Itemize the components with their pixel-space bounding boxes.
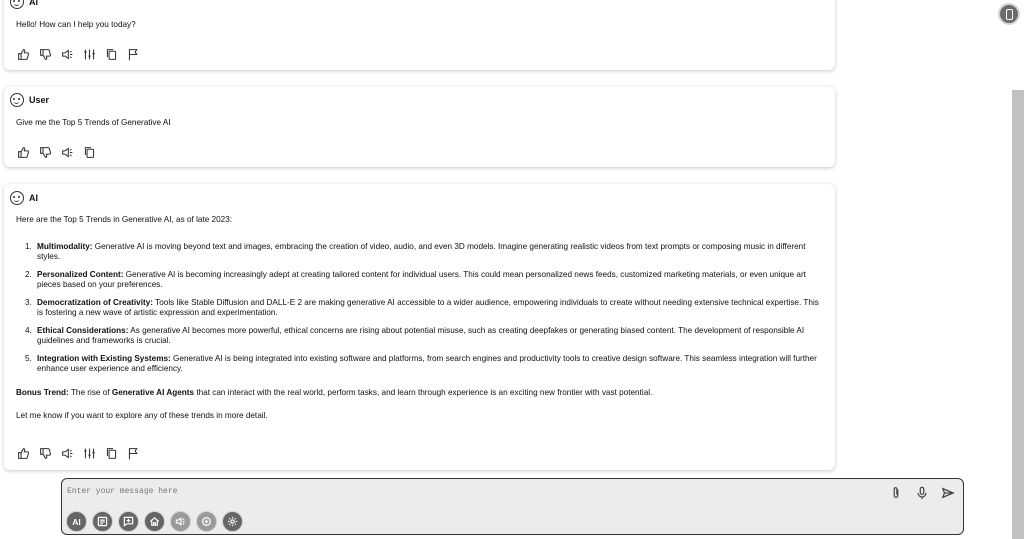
ai-avatar-icon: [10, 191, 24, 205]
ai-avatar-icon: [10, 0, 24, 9]
message-composer: AI: [61, 478, 964, 535]
thumbs-down-icon[interactable]: [38, 145, 52, 159]
list-item: 5. Integration with Existing Systems: Gen…: [25, 354, 817, 373]
sliders-icon[interactable]: [82, 47, 96, 61]
speaker-button[interactable]: [170, 511, 191, 532]
home-icon: [149, 517, 160, 526]
speaker-icon[interactable]: [60, 145, 74, 159]
voice-chat-button[interactable]: [196, 511, 217, 532]
trends-list: 1. Multimodality: Generative AI is moving…: [16, 242, 821, 374]
message-role: AI: [29, 193, 38, 203]
phone-icon: [1005, 8, 1013, 20]
message-role: User: [29, 95, 50, 105]
message-body: Here are the Top 5 Trends in Generative …: [16, 215, 821, 421]
thumbs-up-icon[interactable]: [16, 145, 30, 159]
copy-icon[interactable]: [104, 446, 118, 460]
trend-title: Integration with Existing Systems:: [37, 354, 171, 363]
ai-icon: AI: [72, 516, 81, 527]
home-button[interactable]: [144, 511, 165, 532]
message-actions: [16, 47, 140, 61]
message-card-user: User Give me the Top 5 Trends of Generat…: [4, 87, 835, 167]
trend-title: Personalized Content:: [37, 270, 124, 279]
bonus-trend: Bonus Trend: The rise of Generative AI A…: [16, 388, 653, 397]
thumbs-up-icon[interactable]: [16, 446, 30, 460]
notes-button[interactable]: [92, 511, 113, 532]
copy-icon[interactable]: [104, 47, 118, 61]
flag-icon[interactable]: [126, 47, 140, 61]
message-card-ai-trends: AI Here are the Top 5 Trends in Generati…: [4, 184, 835, 470]
speaker-icon[interactable]: [60, 47, 74, 61]
notes-icon: [97, 516, 108, 527]
flag-icon[interactable]: [126, 446, 140, 460]
message-actions: [16, 145, 96, 159]
new-chat-button[interactable]: [118, 511, 139, 532]
voice-chat-icon: [202, 517, 211, 526]
message-text: Give me the Top 5 Trends of Generative A…: [16, 118, 171, 127]
message-card-ai-greeting: AI Hello! How can I help you today?: [4, 0, 835, 70]
microphone-icon[interactable]: [915, 486, 929, 505]
message-header: User: [10, 93, 49, 107]
trend-title: Multimodality:: [37, 242, 93, 251]
list-item: 2. Personalized Content: Generative AI is…: [25, 270, 806, 289]
settings-button[interactable]: [222, 511, 243, 532]
send-icon[interactable]: [941, 486, 955, 505]
message-actions: [16, 446, 140, 460]
trend-title: Democratization of Creativity:: [37, 298, 154, 307]
speaker-icon[interactable]: [60, 446, 74, 460]
settings-icon: [227, 516, 238, 527]
copy-icon[interactable]: [82, 145, 96, 159]
list-item: 4. Ethical Considerations: As generative …: [25, 326, 805, 345]
user-avatar-icon: [10, 93, 24, 107]
message-outro: Let me know if you want to explore any o…: [16, 411, 268, 420]
thumbs-down-icon[interactable]: [38, 446, 52, 460]
composer-actions: [889, 486, 955, 505]
message-intro: Here are the Top 5 Trends in Generative …: [16, 215, 233, 224]
message-header: AI: [10, 0, 38, 9]
trend-title: Ethical Considerations:: [37, 326, 129, 335]
paperclip-icon[interactable]: [889, 486, 903, 505]
sliders-icon[interactable]: [82, 446, 96, 460]
message-header: AI: [10, 191, 38, 205]
message-input[interactable]: [67, 483, 867, 499]
ai-mode-button[interactable]: AI: [66, 511, 87, 532]
new-chat-icon: [123, 516, 134, 527]
composer-toolbar: AI: [66, 511, 243, 532]
mobile-view-button[interactable]: [998, 3, 1020, 25]
thumbs-up-icon[interactable]: [16, 47, 30, 61]
message-role: AI: [29, 0, 38, 7]
list-item: 3. Democratization of Creativity: Tools l…: [25, 298, 819, 317]
thumbs-down-icon[interactable]: [38, 47, 52, 61]
scrollbar[interactable]: [1012, 90, 1024, 539]
speaker-icon: [175, 517, 185, 526]
message-text: Hello! How can I help you today?: [16, 20, 136, 29]
list-item: 1. Multimodality: Generative AI is moving…: [25, 242, 806, 261]
